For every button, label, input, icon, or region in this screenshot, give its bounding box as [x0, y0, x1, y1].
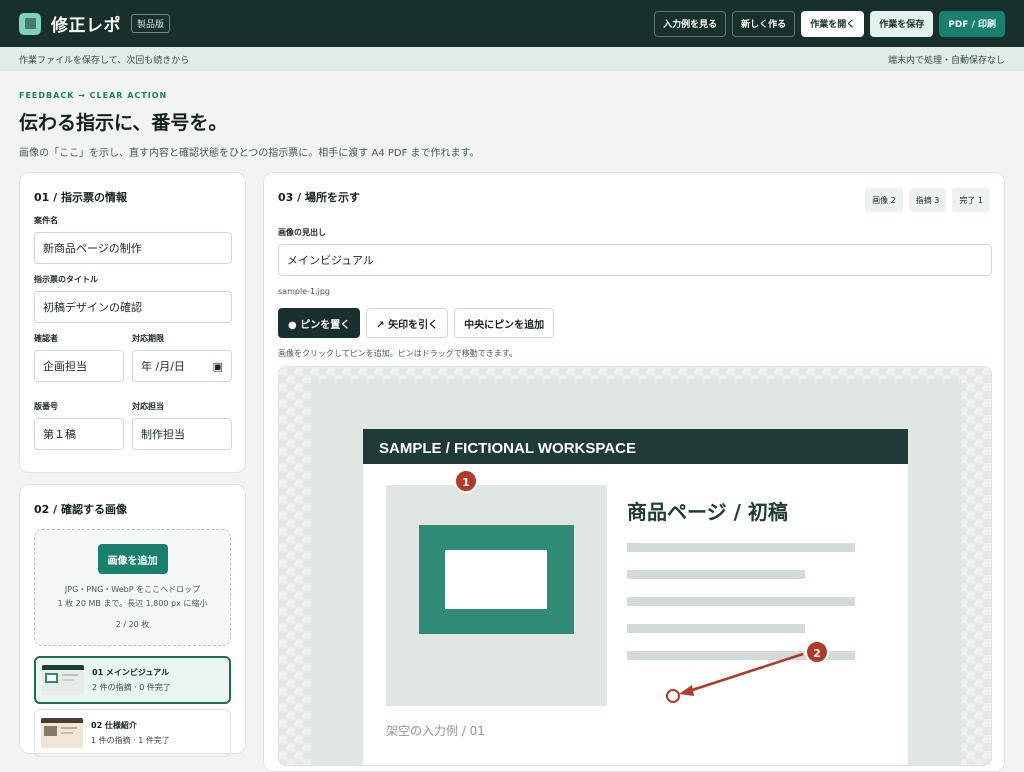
due-date-input[interactable]: 年 /月/日 ▣: [132, 350, 232, 382]
annotation-canvas[interactable]: SAMPLE / FICTIONAL WORKSPACE 商品ページ / 初稿 …: [278, 366, 992, 766]
ticket-title-input[interactable]: [34, 291, 232, 323]
edition-badge: 製品版: [131, 14, 171, 33]
save-work-button[interactable]: 作業を保存: [870, 10, 934, 37]
place-pin-button[interactable]: ● ピンを置く: [278, 308, 361, 338]
center-pin-button[interactable]: 中央にピンを追加: [454, 308, 555, 338]
info-bar: 作業ファイルを保存して、次回も続きから 端末内で処理・自動保存なし: [0, 47, 1024, 71]
sample-text-line: [627, 543, 855, 552]
draw-arrow-button[interactable]: ↗ 矢印を引く: [366, 308, 449, 338]
new-button[interactable]: 新しく作る: [732, 10, 796, 37]
assignee-label: 対応担当: [132, 402, 164, 411]
stat-pills: 画像 2 指摘 3 完了 1: [865, 188, 990, 212]
sample-text-line: [627, 597, 855, 606]
info-bar-right: 端末内で処理・自動保存なし: [887, 55, 1005, 66]
sample-image[interactable]: SAMPLE / FICTIONAL WORKSPACE 商品ページ / 初稿 …: [279, 367, 992, 766]
sample-text-line: [627, 624, 805, 633]
ticket-info-heading: 01 / 指示票の情報: [34, 191, 127, 204]
dropzone-line-2: 1 枚 20 MB まで。長辺 1,800 px に縮小: [57, 598, 208, 608]
annotate-card: 03 / 場所を示す 画像 2 指摘 3 完了 1 画像の見出し sample-…: [263, 172, 1005, 772]
caption-input[interactable]: [278, 244, 992, 276]
image-thumbnail: [41, 718, 83, 748]
page-title: 伝わる指示に、番号を。: [19, 112, 228, 134]
project-name-label: 案件名: [34, 216, 58, 225]
calendar-icon[interactable]: ▣: [213, 360, 223, 373]
images-heading: 02 / 確認する画像: [34, 503, 127, 516]
ticket-title-label: 指示票のタイトル: [34, 275, 98, 284]
hero: FEEDBACK → CLEAR ACTION 伝わる指示に、番号を。 画像の「…: [0, 71, 1024, 159]
image-dropzone[interactable]: 画像を追加 JPG・PNG・WebP をここへドロップ 1 枚 20 MB まで…: [34, 529, 231, 646]
app-title: 修正レポ: [51, 16, 121, 36]
assignee-input[interactable]: [132, 418, 232, 450]
dropzone-hint: JPG・PNG・WebP をここへドロップ 1 枚 20 MB まで。長辺 1,…: [35, 583, 230, 610]
reviewer-label: 確認者: [34, 334, 58, 343]
image-list-item[interactable]: 01 メインビジュアル 2 件の指摘 · 0 件完了: [34, 656, 231, 704]
arrow-target-icon: [666, 689, 680, 703]
ticket-info-card: 01 / 指示票の情報 案件名 指示票のタイトル 確認者 対応期限 年 /月/日…: [19, 172, 246, 473]
version-input[interactable]: [34, 418, 124, 450]
due-date-value: 年 /月/日: [141, 360, 185, 373]
sample-image-inner: [445, 550, 547, 609]
sample-footer: 架空の入力例 / 01: [386, 724, 485, 738]
image-thumbnail: [42, 665, 84, 695]
add-image-button[interactable]: 画像を追加: [97, 544, 168, 574]
sample-headline: 商品ページ / 初稿: [627, 500, 788, 524]
view-examples-button[interactable]: 入力例を見る: [654, 10, 727, 37]
caption-label: 画像の見出し: [278, 228, 326, 237]
open-work-button[interactable]: 作業を開く: [801, 10, 865, 37]
comment-count-pill: 指摘 3: [908, 188, 947, 212]
sample-header-text: SAMPLE / FICTIONAL WORKSPACE: [379, 440, 636, 457]
images-card: 02 / 確認する画像 画像を追加 JPG・PNG・WebP をここへドロップ …: [19, 484, 246, 757]
sample-text-line: [627, 570, 805, 579]
hero-eyebrow: FEEDBACK → CLEAR ACTION: [19, 91, 168, 100]
canvas-hint: 画像をクリックしてピンを追加。ピンはドラッグで移動できます。: [278, 349, 517, 358]
image-list-item[interactable]: 02 仕様紹介 1 件の指摘 · 1 件完了: [34, 709, 231, 757]
pin-1-label: 1: [462, 476, 470, 489]
app-logo-icon: [19, 12, 41, 35]
tool-row: ● ピンを置く ↗ 矢印を引く 中央にピンを追加: [278, 308, 990, 338]
image-count-pill: 画像 2: [865, 188, 903, 212]
info-bar-left: 作業ファイルを保存して、次回も続きから: [19, 55, 190, 66]
image-count: 2 / 20 枚: [115, 620, 150, 630]
done-count-pill: 完了 1: [952, 188, 990, 212]
reviewer-input[interactable]: [34, 350, 124, 382]
header-actions: 入力例を見る 新しく作る 作業を開く 作業を保存 PDF / 印刷: [654, 10, 1005, 37]
image-item-title: 02 仕様紹介: [91, 721, 137, 730]
file-name: sample-1.jpg: [278, 287, 330, 296]
pin-2-label: 2: [813, 647, 821, 660]
hero-description: 画像の「ここ」を示し、直す内容と確認状態をひとつの指示票に。相手に渡す A4 P…: [19, 148, 480, 159]
due-date-label: 対応期限: [132, 334, 164, 343]
project-name-input[interactable]: [34, 232, 232, 264]
pdf-print-button[interactable]: PDF / 印刷: [939, 10, 1005, 37]
image-item-title: 01 メインビジュアル: [92, 668, 170, 677]
image-item-status: 1 件の指摘 · 1 件完了: [91, 736, 170, 745]
app-header: 修正レポ 製品版 入力例を見る 新しく作る 作業を開く 作業を保存 PDF / …: [0, 0, 1024, 47]
image-item-status: 2 件の指摘 · 0 件完了: [92, 683, 171, 692]
dropzone-line-1: JPG・PNG・WebP をここへドロップ: [64, 585, 201, 594]
version-label: 版番号: [34, 402, 58, 411]
